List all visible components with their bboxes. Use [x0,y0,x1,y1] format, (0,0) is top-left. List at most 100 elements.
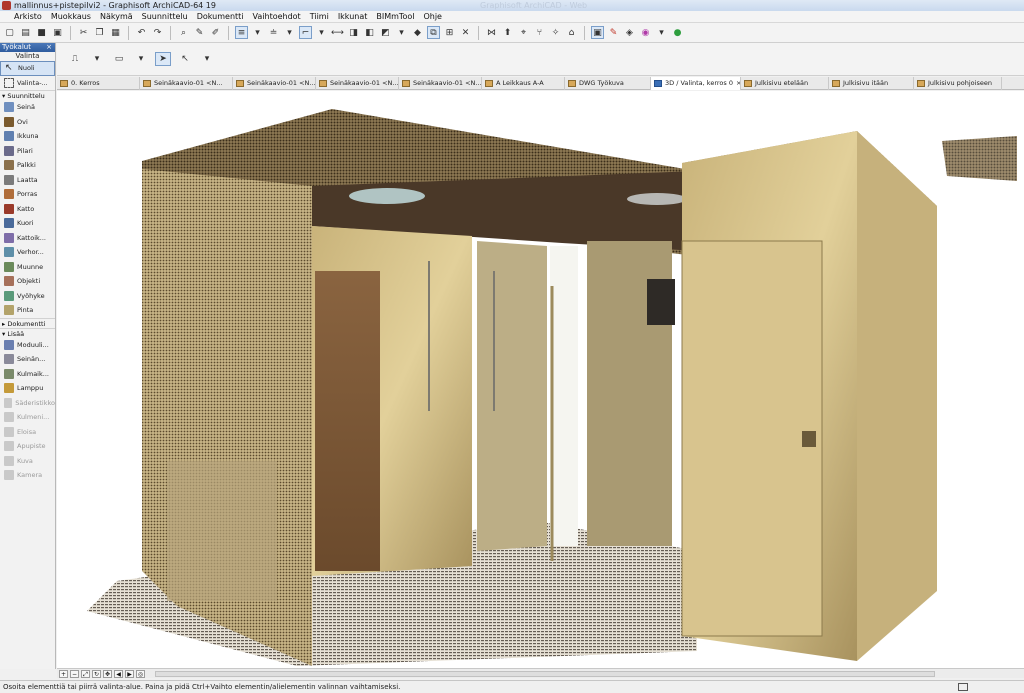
3d-viewport[interactable] [57,91,1024,668]
partial-structure-icon[interactable]: ◨ [347,26,360,39]
model-view-icon[interactable]: ⌐ [299,26,312,39]
push-pin-icon[interactable]: ⬆ [501,26,514,39]
menu-arkisto[interactable]: Arkisto [14,12,42,21]
menu-ohje[interactable]: Ohje [423,12,442,21]
dropdown-arrow-icon[interactable]: ▾ [133,52,149,66]
menu-bimmtool[interactable]: BIMmTool [376,12,414,21]
pointer-icon[interactable]: ↖ [177,52,193,66]
trace-icon[interactable]: ⋈ [485,26,498,39]
suspend-groups-icon[interactable]: ⧉ [427,26,440,39]
home-icon[interactable]: ⌂ [565,26,578,39]
menu-suunnittelu[interactable]: Suunnittelu [142,12,188,21]
tool-seinän[interactable]: Seinän... [0,352,55,367]
tool-katto[interactable]: Katto [0,202,55,217]
dropdown-arrow-icon[interactable]: ▾ [251,26,264,39]
new-file-icon[interactable]: ▢ [3,26,16,39]
cabinet-door[interactable] [681,240,823,637]
tool-palkki[interactable]: Palkki [0,158,55,173]
tool-seinä[interactable]: Seinä [0,100,55,115]
previous-view-icon[interactable]: ◀ [114,669,123,678]
paste-icon[interactable]: ▦ [109,26,122,39]
menu-muokkaus[interactable]: Muokkaus [51,12,91,21]
tool-muunne[interactable]: Muunne [0,260,55,275]
design-group-header[interactable]: ▾ Suunnittelu [0,90,55,100]
menu-ikkunat[interactable]: Ikkunat [338,12,368,21]
tool-pinta[interactable]: Pinta [0,303,55,318]
geometry-method-icon[interactable]: ⎍ [67,52,83,66]
menu-tiimi[interactable]: Tiimi [310,12,329,21]
zoom-in-icon[interactable]: + [59,669,68,678]
fit-in-window-icon[interactable]: ⤢ [81,669,90,678]
tool-laatta[interactable]: Laatta [0,173,55,188]
tab-seinäkaavio-01-n[interactable]: Seinäkaavio-01 <N... [399,77,482,90]
copy-icon[interactable]: ❐ [93,26,106,39]
tab-julkisivu-pohjoiseen[interactable]: Julkisivu pohjoiseen [914,77,1002,90]
tool-kuori[interactable]: Kuori [0,216,55,231]
status-window-icon[interactable] [958,683,968,691]
tab-seinäkaavio-01-n[interactable]: Seinäkaavio-01 <N... [233,77,316,90]
find-select-icon[interactable]: ⌕ [177,26,190,39]
tool-kattoik[interactable]: Kattoik... [0,231,55,246]
print-icon[interactable]: ▣ [51,26,64,39]
tab-seinäkaavio-01-n[interactable]: Seinäkaavio-01 <N... [140,77,233,90]
dropdown-arrow-icon[interactable]: ▾ [655,26,668,39]
redo-icon[interactable]: ↷ [151,26,164,39]
element-icon[interactable]: ◆ [411,26,424,39]
tool-arrow[interactable]: ↖ Nuoli [0,61,55,76]
explore-icon[interactable]: ◎ [136,669,145,678]
tab-3d-valinta-kerros-0[interactable]: 3D / Valinta, kerros 0 × [651,77,741,90]
arrow-selection-icon[interactable]: ➤ [155,52,171,66]
archicad-app-icon[interactable] [2,1,11,10]
tool-ovi[interactable]: Ovi [0,115,55,130]
tool-marquee[interactable]: Valinta-... [0,76,55,91]
tab-julkisivu-etelään[interactable]: Julkisivu etelään [741,77,829,90]
cut-icon[interactable]: ✂ [77,26,90,39]
menu-dokumentti[interactable]: Dokumentti [197,12,244,21]
eyedropper-icon[interactable]: ✎ [193,26,206,39]
menu-vaihtoehdot[interactable]: Vaihtoehdot [253,12,301,21]
fork-icon[interactable]: ⑂ [533,26,546,39]
close-icon[interactable]: × [46,43,52,52]
tab-dwg-työkuva[interactable]: DWG Työkuva [565,77,651,90]
tab-seinäkaavio-01-n[interactable]: Seinäkaavio-01 <N... [316,77,399,90]
tool-verhor[interactable]: Verhor... [0,245,55,260]
layer-combination-icon[interactable]: ≡ [235,26,248,39]
zoom-out-icon[interactable]: − [70,669,79,678]
table-icon[interactable]: ⊞ [443,26,456,39]
dimension-icon[interactable]: ⟷ [331,26,344,39]
marquee-shape-icon[interactable]: ▭ [111,52,127,66]
more-group-header[interactable]: ▾ Lisää [0,327,55,338]
render-icon[interactable]: ◉ [639,26,652,39]
tool-vyöhyke[interactable]: Vyöhyke [0,289,55,304]
next-view-icon[interactable]: ▶ [125,669,134,678]
save-icon[interactable]: ■ [35,26,48,39]
door-handle[interactable] [802,431,816,447]
tool-ikkuna[interactable]: Ikkuna [0,129,55,144]
tab-0-kerros[interactable]: 0. Kerros [57,77,140,90]
sauna-door[interactable] [315,271,380,571]
dropdown-arrow-icon[interactable]: ▾ [283,26,296,39]
magic-wand-icon[interactable]: ✧ [549,26,562,39]
tab-julkisivu-itään[interactable]: Julkisivu itään [829,77,914,90]
undo-icon[interactable]: ↶ [135,26,148,39]
point-cloud-model[interactable] [57,91,1024,668]
open-file-icon[interactable]: ▤ [19,26,32,39]
document-group-header[interactable]: ▸ Dokumentti [0,317,55,328]
tool-moduuli[interactable]: Moduuli... [0,338,55,353]
tool-porras[interactable]: Porras [0,187,55,202]
tool-kulmaik[interactable]: Kulmaik... [0,367,55,382]
syringe-icon[interactable]: ✐ [209,26,222,39]
renovation-filter-icon[interactable]: ◧ [363,26,376,39]
tab-a-leikkaus-a-a[interactable]: A Leikkaus A-A [482,77,565,90]
dropdown-arrow-icon[interactable]: ▾ [89,52,105,66]
green-status-icon[interactable]: ● [671,26,684,39]
tool-objekti[interactable]: Objekti [0,274,55,289]
3d-cutaway-icon[interactable]: ◈ [623,26,636,39]
pen-set-icon[interactable]: ≐ [267,26,280,39]
close-x-icon[interactable]: ✕ [459,26,472,39]
horizontal-scrollbar[interactable] [155,670,935,677]
menu-nakyma[interactable]: Näkymä [100,12,133,21]
dropdown-arrow-icon[interactable]: ▾ [199,52,215,66]
graphic-override-icon[interactable]: ◩ [379,26,392,39]
orbit-icon[interactable]: ↻ [92,669,101,678]
